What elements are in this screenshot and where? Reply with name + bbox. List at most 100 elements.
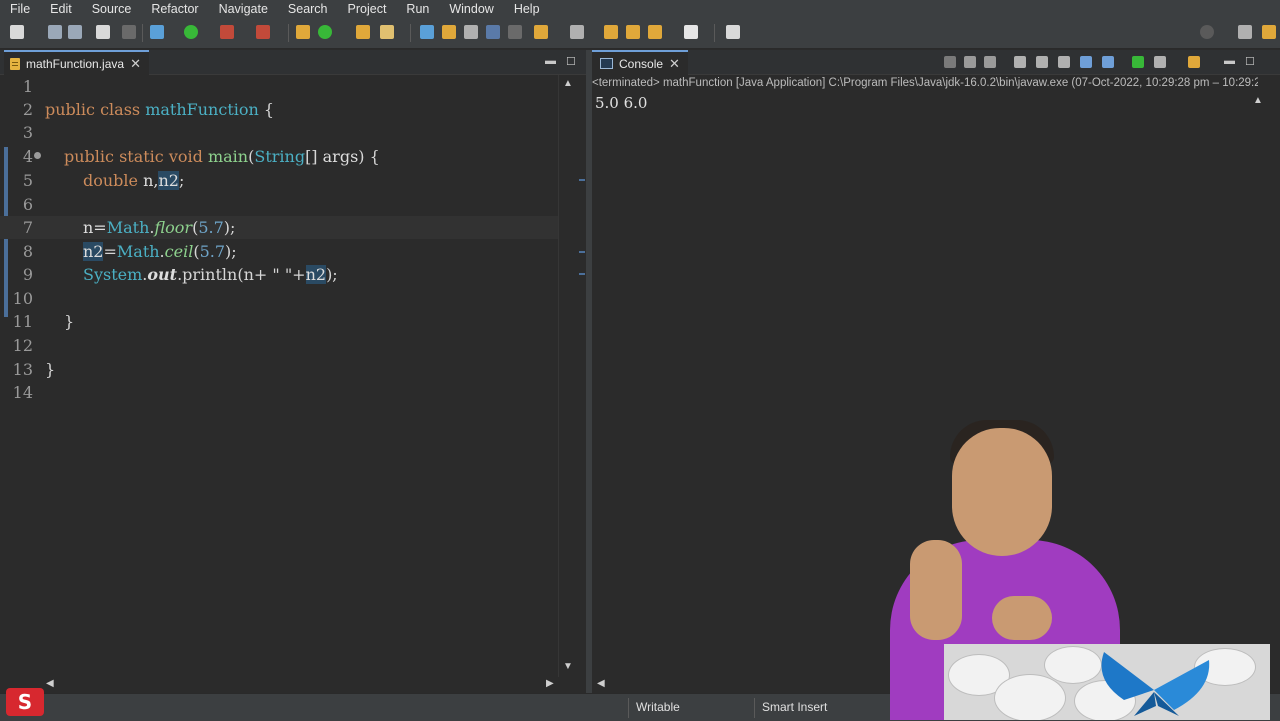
word-wrap-icon[interactable] bbox=[1058, 56, 1070, 68]
code-text: } bbox=[45, 360, 56, 379]
next-annotation-icon[interactable] bbox=[420, 25, 434, 39]
pin-editor-icon[interactable] bbox=[726, 25, 740, 39]
code-line: 4 public static void main(String[] args)… bbox=[0, 145, 558, 168]
tab-mathfunction-java[interactable]: mathFunction.java ✕ bbox=[4, 50, 149, 75]
code-text: n=Math.floor(5.7); bbox=[83, 218, 236, 237]
clear-console-icon[interactable] bbox=[1014, 56, 1026, 68]
code-line: 6 bbox=[0, 193, 558, 216]
coverage-icon[interactable] bbox=[220, 25, 234, 39]
line-number: 12 bbox=[12, 336, 33, 355]
code-text: double n,n2; bbox=[83, 171, 185, 190]
scroll-left-icon[interactable]: ◀ bbox=[597, 678, 605, 689]
java-perspective-icon[interactable] bbox=[1262, 25, 1276, 39]
menu-edit[interactable]: Edit bbox=[40, 0, 82, 18]
arrow-right-icon[interactable] bbox=[684, 25, 698, 39]
scroll-up-icon[interactable]: ▲ bbox=[563, 78, 573, 89]
toggle-block-selection-icon[interactable] bbox=[464, 25, 478, 39]
override-marker-icon bbox=[34, 152, 41, 159]
toolbar-separator bbox=[714, 24, 715, 42]
presenter-hand bbox=[992, 596, 1052, 640]
toggle-mark-occurrences-icon[interactable] bbox=[442, 25, 456, 39]
skip-breakpoints-icon[interactable] bbox=[122, 25, 136, 39]
menu-window[interactable]: Window bbox=[439, 0, 503, 18]
menu-source[interactable]: Source bbox=[82, 0, 142, 18]
display-console-icon[interactable] bbox=[1154, 56, 1166, 68]
menu-help[interactable]: Help bbox=[504, 0, 550, 18]
external-tools-icon[interactable] bbox=[256, 25, 270, 39]
code-text: n2=Math.ceil(5.7); bbox=[83, 242, 237, 261]
open-type-icon[interactable] bbox=[356, 25, 370, 39]
terminal-icon[interactable] bbox=[96, 25, 110, 39]
line-number: 1 bbox=[22, 77, 33, 96]
menu-navigate[interactable]: Navigate bbox=[209, 0, 278, 18]
maximize-icon[interactable]: ☐ bbox=[1245, 55, 1255, 68]
decorative-banner bbox=[944, 644, 1270, 720]
scroll-left-icon[interactable]: ◀ bbox=[46, 678, 54, 689]
show-on-output-icon[interactable] bbox=[1080, 56, 1092, 68]
remove-all-icon[interactable] bbox=[984, 56, 996, 68]
scroll-right-icon[interactable]: ▶ bbox=[546, 678, 554, 689]
new-class-icon[interactable] bbox=[318, 25, 332, 39]
search-tool-icon[interactable] bbox=[380, 25, 394, 39]
status-separator bbox=[628, 698, 629, 718]
scroll-down-icon[interactable]: ▼ bbox=[563, 661, 573, 672]
tab-label: mathFunction.java bbox=[26, 56, 125, 71]
show-whitespace-icon[interactable] bbox=[486, 25, 500, 39]
toolbar-separator bbox=[410, 24, 411, 42]
stone-shape bbox=[994, 674, 1066, 720]
code-line-current: 7 n=Math.floor(5.7); bbox=[0, 216, 558, 239]
scroll-lock-icon[interactable] bbox=[1036, 56, 1048, 68]
minimize-icon[interactable]: ▬ bbox=[1224, 55, 1235, 68]
status-insert-mode: Smart Insert bbox=[762, 700, 828, 714]
new-java-project-icon[interactable] bbox=[296, 25, 310, 39]
editor-horizontal-scrollbar[interactable]: ◀ ▶ bbox=[40, 677, 558, 693]
code-text: public class mathFunction { bbox=[45, 100, 275, 119]
open-perspective-icon[interactable] bbox=[1238, 25, 1252, 39]
arrow-left-icon[interactable] bbox=[648, 25, 662, 39]
channel-logo: S bbox=[6, 688, 44, 716]
line-number: 4 bbox=[22, 147, 33, 166]
line-number: 8 bbox=[22, 242, 33, 261]
new-file-icon[interactable] bbox=[10, 25, 24, 39]
last-edit-icon[interactable] bbox=[570, 25, 584, 39]
editor-vertical-scrollbar[interactable]: ▲ ▼ bbox=[558, 75, 585, 677]
code-text: } bbox=[64, 312, 75, 331]
back-history-icon[interactable] bbox=[604, 25, 618, 39]
run-icon[interactable] bbox=[184, 25, 198, 39]
scroll-up-icon[interactable]: ▲ bbox=[1253, 95, 1263, 106]
tab-console[interactable]: Console ✕ bbox=[592, 50, 688, 75]
code-line: 13 } bbox=[0, 358, 558, 381]
pin-console-icon[interactable] bbox=[1132, 56, 1144, 68]
menu-file[interactable]: File bbox=[0, 0, 40, 18]
remove-launch-icon[interactable] bbox=[964, 56, 976, 68]
search-icon[interactable] bbox=[1200, 25, 1214, 39]
code-line: 12 bbox=[0, 334, 558, 357]
pane-divider[interactable] bbox=[586, 50, 592, 693]
menu-run[interactable]: Run bbox=[396, 0, 439, 18]
close-console-icon[interactable]: ✕ bbox=[669, 56, 680, 72]
open-console-icon[interactable] bbox=[1188, 56, 1200, 68]
code-line: 9 System.out.println(n+ " "+n2); bbox=[0, 263, 558, 286]
overview-marker bbox=[579, 179, 585, 181]
save-icon[interactable] bbox=[48, 25, 62, 39]
console-vertical-scrollbar[interactable]: ▲ bbox=[1250, 93, 1264, 677]
console-tab-bar: Console ✕ ▬ ☐ bbox=[592, 50, 1280, 75]
minimize-icon[interactable]: ▬ bbox=[545, 55, 556, 68]
close-tab-icon[interactable]: ✕ bbox=[130, 56, 141, 72]
pilcrow-icon[interactable] bbox=[508, 25, 522, 39]
debug-icon[interactable] bbox=[150, 25, 164, 39]
code-line: 5 double n,n2; bbox=[0, 169, 558, 192]
menu-refactor[interactable]: Refactor bbox=[141, 0, 208, 18]
save-all-icon[interactable] bbox=[68, 25, 82, 39]
console-output[interactable]: 5.0 6.0 bbox=[595, 94, 647, 112]
menu-project[interactable]: Project bbox=[338, 0, 397, 18]
code-line: 3 bbox=[0, 121, 558, 144]
show-on-error-icon[interactable] bbox=[1102, 56, 1114, 68]
code-editor[interactable]: 1 2 public class mathFunction { 3 4 publ… bbox=[0, 75, 558, 677]
next-edit-icon[interactable] bbox=[534, 25, 548, 39]
line-number: 5 bbox=[22, 171, 33, 190]
terminate-icon[interactable] bbox=[944, 56, 956, 68]
forward-history-icon[interactable] bbox=[626, 25, 640, 39]
menu-search[interactable]: Search bbox=[278, 0, 338, 18]
maximize-icon[interactable]: ☐ bbox=[566, 55, 576, 68]
